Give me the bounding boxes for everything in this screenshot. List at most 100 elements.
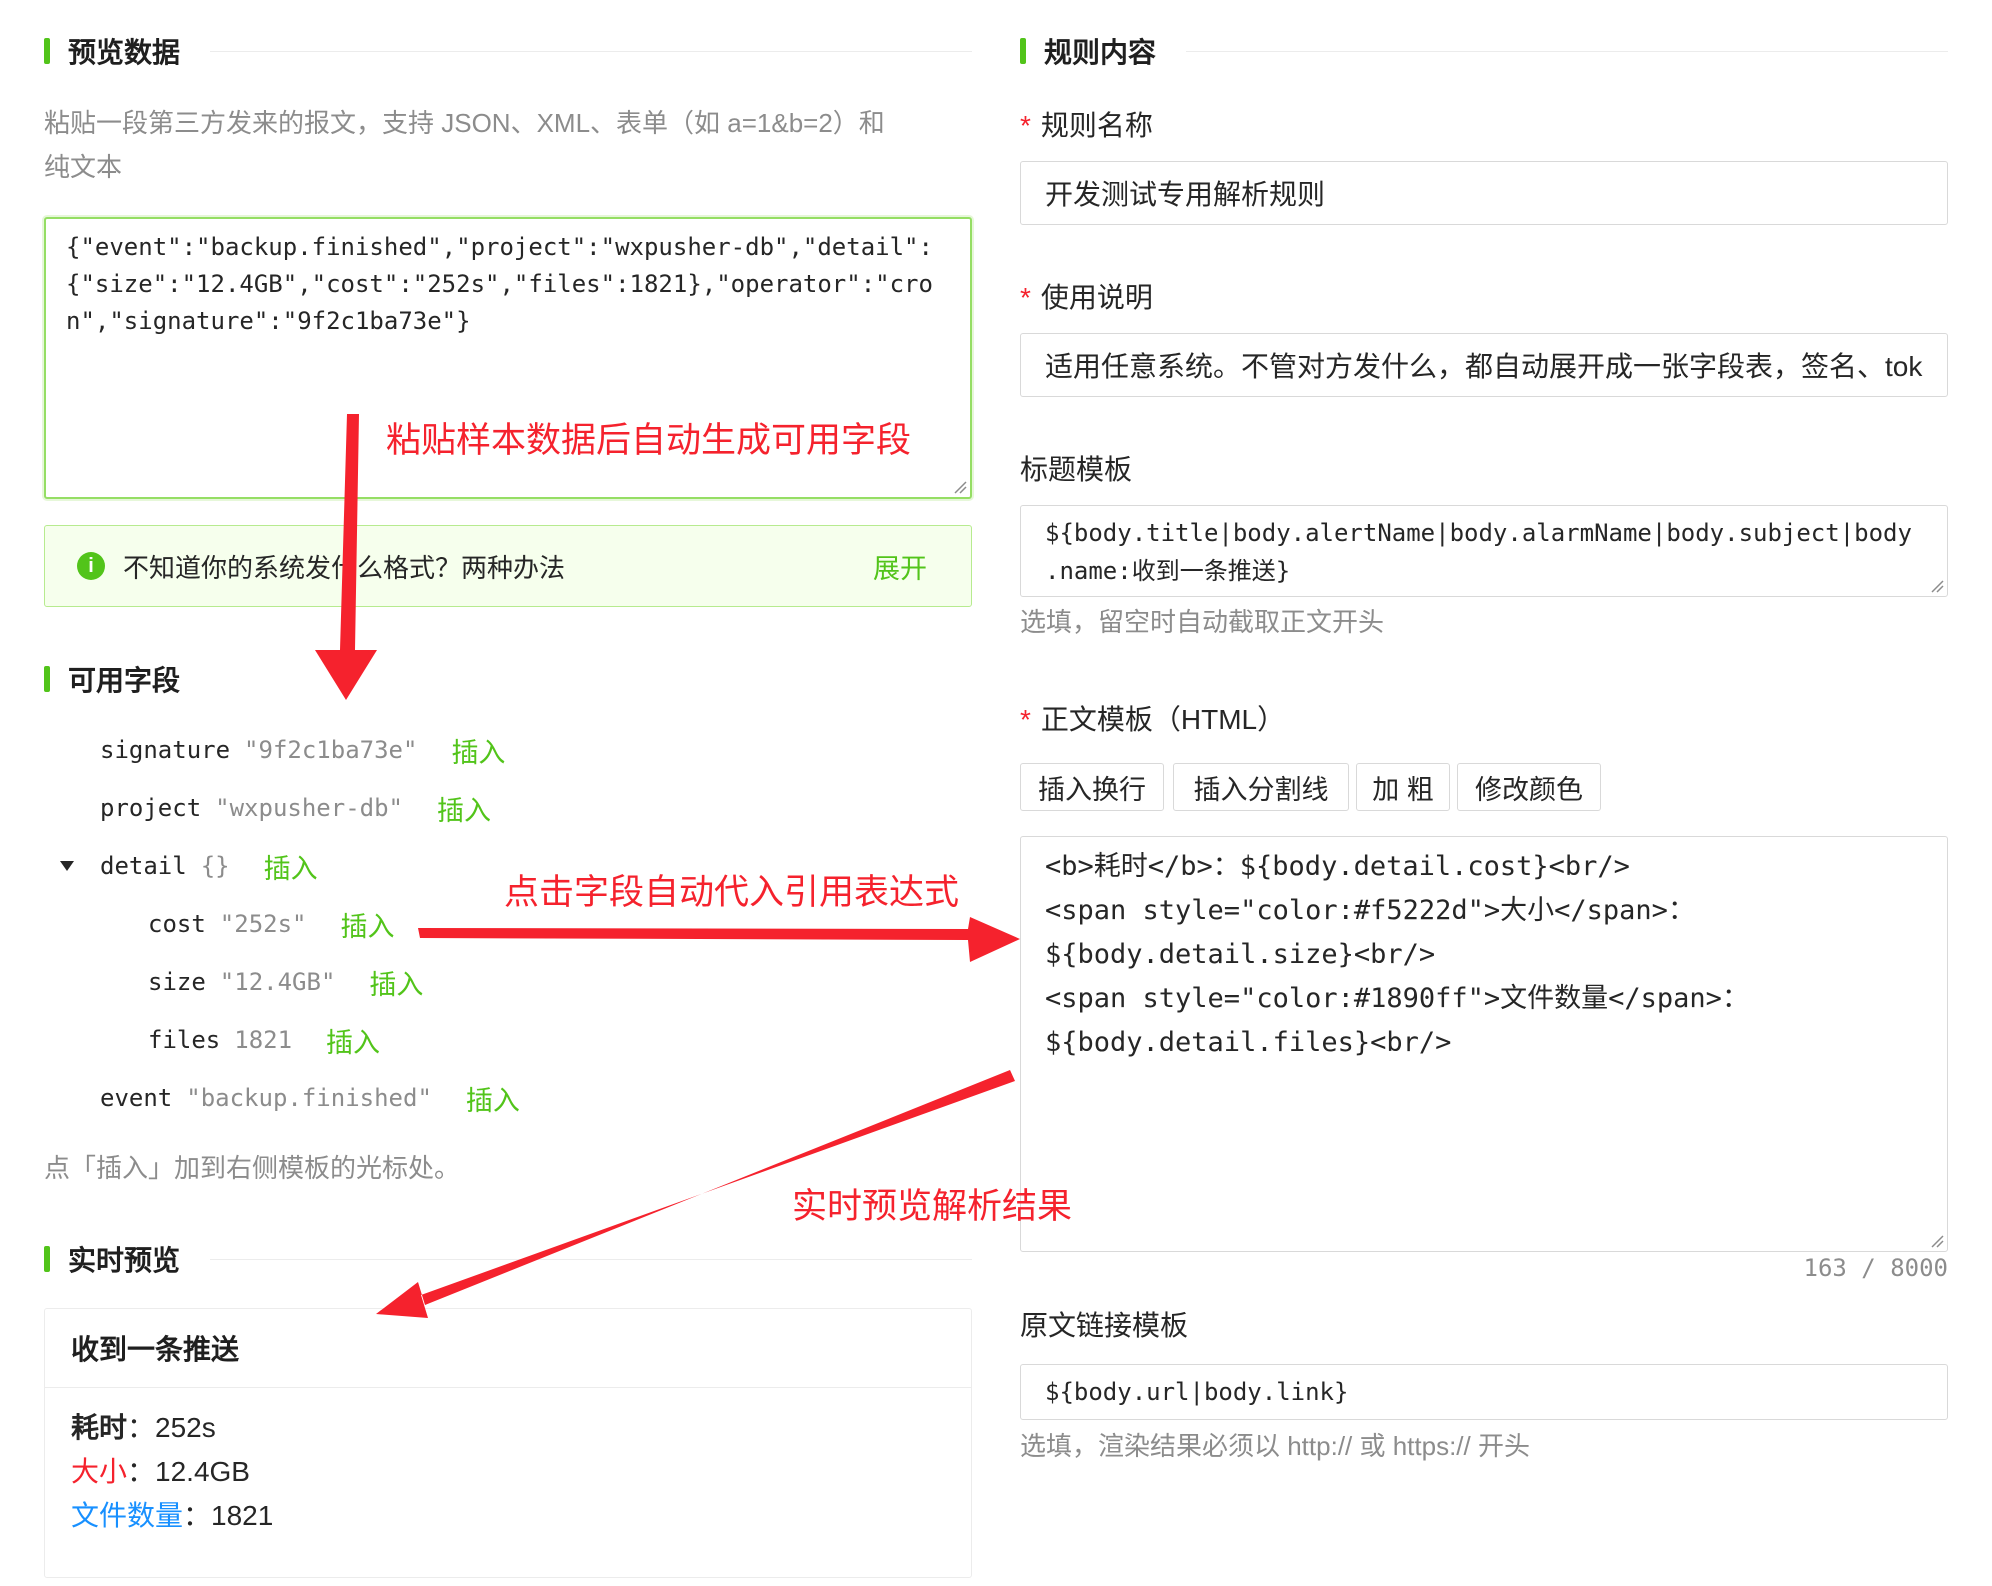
preview-line: 耗时：252s: [71, 1406, 945, 1450]
insert-link[interactable]: 插入: [264, 847, 318, 886]
insert-link[interactable]: 插入: [466, 1079, 520, 1118]
section-header-live-preview: 实时预览: [44, 1238, 972, 1280]
section-divider: [210, 1258, 972, 1260]
textarea-line: {"size":"12.4GB","cost":"252s","files":1…: [66, 270, 933, 298]
label-text: 正文模板（HTML）: [1040, 704, 1286, 735]
textarea-line: <b>耗时</b>：${body.detail.cost}<br/>: [1045, 851, 1630, 882]
char-counter: 163 / 8000: [1803, 1254, 1949, 1282]
preview-title: 收到一条推送: [45, 1309, 971, 1388]
link-template-label: 原文链接模板: [1020, 1310, 1189, 1341]
body-template-label: * 正文模板（HTML）: [1020, 698, 1285, 738]
field-key: event: [100, 1084, 173, 1112]
paste-help-line: 纯文本: [44, 152, 123, 182]
section-accent-bar: [44, 38, 50, 64]
preview-sep: ：: [127, 1412, 156, 1443]
change-color-button[interactable]: 修改颜色: [1457, 763, 1601, 811]
field-row-event: event "backup.finished" 插入: [100, 1078, 520, 1118]
rule-name-label: * 规则名称: [1020, 104, 1153, 144]
field-key: size: [148, 968, 206, 996]
label-text: 规则名称: [1040, 110, 1153, 141]
resize-handle-icon[interactable]: [1930, 579, 1944, 593]
preview-body: 耗时：252s 大小：12.4GB 文件数量：1821: [45, 1388, 971, 1538]
textarea-line: ${body.title|body.alertName|body.alarmNa…: [1045, 519, 1912, 547]
section-title: 可用字段: [68, 665, 181, 696]
body-template-textarea[interactable]: <b>耗时</b>：${body.detail.cost}<br/> <span…: [1020, 836, 1948, 1252]
paste-help-line: 粘贴一段第三方发来的报文，支持 JSON、XML、表单（如 a=1&b=2）和: [44, 108, 885, 138]
section-header-rule-content: 规则内容: [1020, 30, 1948, 72]
fields-hint: 点「插入」加到右侧模板的光标处。: [44, 1153, 461, 1183]
preview-label: 大小: [71, 1456, 128, 1487]
field-row-cost: cost "252s" 插入: [148, 904, 395, 944]
field-row-detail: detail {} 插入: [60, 846, 318, 886]
preview-value: 1821: [211, 1500, 274, 1531]
resize-handle-icon[interactable]: [953, 480, 967, 494]
field-value: "9f2c1ba73e": [244, 736, 418, 764]
field-key: files: [148, 1026, 221, 1054]
section-title: 实时预览: [68, 1245, 181, 1276]
preview-sep: ：: [183, 1500, 212, 1531]
rule-name-input[interactable]: 开发测试专用解析规则: [1020, 161, 1948, 225]
field-value: {}: [200, 852, 230, 880]
section-header-preview-data: 预览数据: [44, 30, 972, 72]
preview-label: 耗时: [71, 1412, 128, 1443]
section-divider: [210, 50, 972, 52]
field-value: "252s": [219, 910, 307, 938]
section-title: 规则内容: [1044, 37, 1157, 68]
arrow-right: [418, 917, 1020, 962]
insert-link[interactable]: 插入: [341, 905, 395, 944]
annotation-click-field: 点击字段自动代入引用表达式: [504, 873, 960, 912]
format-help-alert: i 不知道你的系统发什么格式？两种办法 展开: [44, 525, 972, 607]
section-divider: [1186, 50, 1948, 52]
link-template-help: 选填，渲染结果必须以 http:// 或 https:// 开头: [1020, 1431, 1530, 1461]
required-mark: *: [1020, 110, 1031, 141]
title-template-label: 标题模板: [1020, 454, 1133, 485]
required-mark: *: [1020, 282, 1031, 313]
insert-link[interactable]: 插入: [369, 963, 423, 1002]
annotation-live-preview: 实时预览解析结果: [792, 1187, 1073, 1226]
rule-desc-input[interactable]: 适用任意系统。不管对方发什么，都自动展开成一张字段表，签名、tok: [1020, 333, 1948, 397]
field-key: signature: [100, 736, 231, 764]
preview-sep: ：: [127, 1456, 156, 1487]
field-value: "backup.finished": [186, 1084, 432, 1112]
caret-down-icon[interactable]: [60, 861, 74, 871]
textarea-line: {"event":"backup.finished","project":"wx…: [66, 233, 933, 261]
info-icon: i: [77, 552, 105, 580]
preview-line: 大小：12.4GB: [71, 1450, 945, 1494]
preview-value: 12.4GB: [155, 1456, 250, 1487]
preview-line: 文件数量：1821: [71, 1494, 945, 1538]
field-key: cost: [148, 910, 206, 938]
insert-divider-button[interactable]: 插入分割线: [1173, 763, 1349, 811]
required-mark: *: [1020, 704, 1031, 735]
link-template-input[interactable]: ${body.url|body.link}: [1020, 1364, 1948, 1420]
field-value: 1821: [234, 1026, 293, 1054]
insert-link[interactable]: 插入: [437, 789, 491, 828]
field-row-files: files 1821 插入: [148, 1020, 380, 1060]
insert-link[interactable]: 插入: [451, 731, 505, 770]
field-row-size: size "12.4GB" 插入: [148, 962, 423, 1002]
section-title: 预览数据: [68, 37, 181, 68]
resize-handle-icon[interactable]: [1930, 1234, 1944, 1248]
textarea-line: .name:收到一条推送}: [1045, 557, 1291, 585]
title-template-textarea[interactable]: ${body.title|body.alertName|body.alarmNa…: [1020, 505, 1948, 597]
field-value: "wxpusher-db": [215, 794, 403, 822]
field-row-signature: signature "9f2c1ba73e" 插入: [100, 730, 505, 770]
insert-linebreak-button[interactable]: 插入换行: [1020, 763, 1164, 811]
insert-link[interactable]: 插入: [326, 1021, 380, 1060]
section-accent-bar: [44, 1246, 50, 1272]
title-template-help: 选填，留空时自动截取正文开头: [1020, 607, 1385, 637]
textarea-line: <span style="color:#1890ff">文件数量</span>：: [1045, 983, 1749, 1014]
section-accent-bar: [44, 666, 50, 692]
textarea-line: ${body.detail.size}<br/>: [1045, 939, 1436, 970]
bold-button[interactable]: 加 粗: [1356, 763, 1450, 811]
paste-help-text: 粘贴一段第三方发来的报文，支持 JSON、XML、表单（如 a=1&b=2）和 …: [44, 101, 974, 189]
alert-text: 不知道你的系统发什么格式？两种办法: [123, 552, 566, 583]
preview-value: 252s: [155, 1412, 216, 1443]
annotation-paste: 粘贴样本数据后自动生成可用字段: [386, 421, 912, 460]
section-accent-bar: [1020, 38, 1026, 64]
textarea-line: <span style="color:#f5222d">大小</span>：: [1045, 895, 1695, 926]
section-header-fields: 可用字段: [44, 658, 972, 700]
rule-desc-label: * 使用说明: [1020, 276, 1153, 316]
field-value: "12.4GB": [219, 968, 336, 996]
textarea-line: ${body.detail.files}<br/>: [1045, 1027, 1452, 1058]
expand-link[interactable]: 展开: [873, 547, 927, 586]
